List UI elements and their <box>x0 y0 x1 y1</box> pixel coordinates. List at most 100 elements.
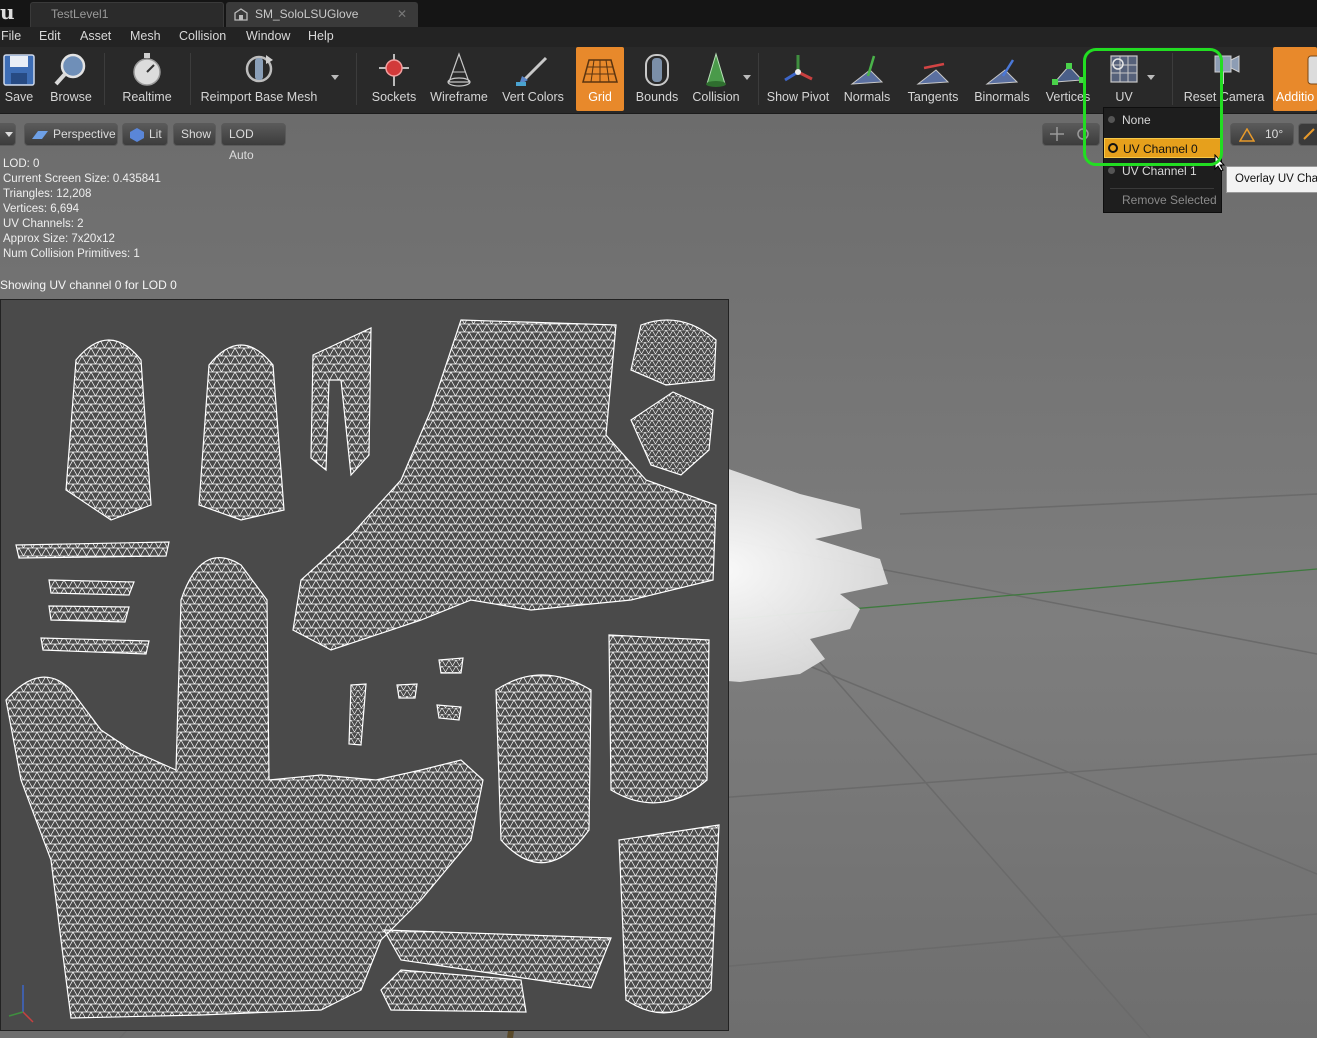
uv-highlight-annotation <box>1083 48 1223 166</box>
tangents-icon <box>916 62 950 85</box>
uv-island-band-3 <box>48 605 130 623</box>
lod-auto-button[interactable]: LOD Auto <box>221 123 286 162</box>
additional-options-icon <box>1307 55 1317 85</box>
tab-label: SM_SoloLSUGlove <box>255 7 359 21</box>
additional-options-button[interactable]: Additio <box>1273 47 1317 111</box>
uv-island-band-6 <box>380 969 527 1013</box>
uv-island-finger-1 <box>65 339 152 521</box>
lit-button[interactable]: Lit <box>122 123 168 146</box>
menu-divider <box>1110 188 1214 189</box>
stat-approx-size: Approx Size: 7x20x12 <box>3 233 115 245</box>
uv-island-thumb-strip <box>310 327 372 477</box>
stat-vertices: Vertices: 6,694 <box>3 203 80 215</box>
uv-menu-remove-selected[interactable]: Remove Selected <box>1104 190 1221 210</box>
menu-mesh[interactable]: Mesh <box>130 29 161 43</box>
scale-snap-button[interactable] <box>1298 123 1317 146</box>
wireframe-icon <box>447 52 471 87</box>
tab-static-mesh[interactable]: SM_SoloLSUGlove ✕ <box>226 2 418 27</box>
unreal-logo-icon: u <box>0 0 15 24</box>
paintbrush-icon <box>516 56 548 86</box>
uv-island-cap-2 <box>630 391 714 476</box>
tooltip: Overlay UV Channel 0 <box>1226 166 1317 193</box>
stat-triangles: Triangles: 12,208 <box>3 188 92 200</box>
mesh-stats: LOD: 0 Current Screen Size: 0.435841 Tri… <box>3 157 161 262</box>
uv-island-small-3 <box>438 657 464 674</box>
bounds-icon <box>645 54 669 86</box>
axis-gizmo-icon <box>8 985 34 1023</box>
angle-snap-button[interactable]: 10° <box>1230 123 1294 146</box>
title-bar: u TestLevel1 SM_SoloLSUGlove ✕ <box>0 0 1317 27</box>
lod-label: LOD Auto <box>229 127 254 162</box>
lit-label: Lit <box>149 127 162 141</box>
angle-snap-value: 10° <box>1265 127 1284 141</box>
uv-caption: Showing UV channel 0 for LOD 0 <box>0 278 177 292</box>
tangents-button[interactable]: Tangents <box>902 47 964 111</box>
viewport-options-button[interactable] <box>0 123 16 146</box>
sockets-button[interactable]: Sockets <box>368 47 420 111</box>
uv-island-finger-5 <box>618 824 720 1014</box>
stopwatch-icon <box>133 53 161 86</box>
menu-window[interactable]: Window <box>246 29 290 43</box>
vertices-icon <box>1052 63 1085 85</box>
realtime-button[interactable]: Realtime <box>118 47 176 111</box>
uv-island-finger-4 <box>608 634 710 804</box>
uv-island-band-2 <box>48 579 135 596</box>
perspective-icon <box>32 131 48 139</box>
wireframe-button[interactable]: Wireframe <box>428 47 490 111</box>
reimport-dropdown-icon[interactable] <box>331 75 339 80</box>
magnifier-icon <box>54 53 86 86</box>
uv-island-band-1 <box>15 541 170 559</box>
uv-wireframe <box>5 319 720 1023</box>
menu-help[interactable]: Help <box>308 29 334 43</box>
normals-button[interactable]: Normals <box>840 47 894 111</box>
browse-button[interactable]: Browse <box>46 47 96 111</box>
bounds-button[interactable]: Bounds <box>632 47 682 111</box>
menu-edit[interactable]: Edit <box>39 29 61 43</box>
vert-colors-button[interactable]: Vert Colors <box>498 47 568 111</box>
viewport[interactable]: Perspective Lit Show LOD Auto 10° LOD: 0… <box>0 114 1317 1038</box>
close-tab-icon[interactable]: ✕ <box>397 3 407 26</box>
menu-bar: File Edit Asset Mesh Collision Window He… <box>0 27 1317 47</box>
uv-island-small-4 <box>436 704 462 721</box>
stat-collision-primitives: Num Collision Primitives: 1 <box>3 248 140 260</box>
uv-island-small-2 <box>396 683 418 699</box>
show-button[interactable]: Show <box>173 123 216 146</box>
save-icon <box>3 54 35 86</box>
stat-screen-size: Current Screen Size: 0.435841 <box>3 173 161 185</box>
scale-icon <box>1303 128 1315 140</box>
collision-dropdown-icon[interactable] <box>743 75 751 80</box>
grid-button[interactable]: Grid <box>576 47 624 111</box>
chevron-down-icon <box>5 132 13 137</box>
menu-collision[interactable]: Collision <box>179 29 226 43</box>
stat-uv-channels: UV Channels: 2 <box>3 218 84 230</box>
perspective-button[interactable]: Perspective <box>24 123 118 146</box>
reimport-base-mesh-button[interactable]: Reimport Base Mesh <box>196 47 322 111</box>
collision-icon <box>706 52 726 87</box>
uv-island-finger-3 <box>495 674 592 864</box>
stat-lod: LOD: 0 <box>3 158 40 170</box>
tab-label: TestLevel1 <box>51 7 109 21</box>
binormals-icon <box>985 59 1019 85</box>
warning-triangle-icon <box>1239 128 1255 142</box>
collision-button[interactable]: Collision <box>690 47 742 111</box>
save-button[interactable]: Save <box>0 47 38 111</box>
menu-file[interactable]: File <box>1 29 21 43</box>
lit-sphere-icon <box>130 128 144 142</box>
perspective-label: Perspective <box>53 127 116 141</box>
radio-icon <box>1108 167 1115 174</box>
pivot-icon <box>784 55 813 82</box>
uv-island-cap-1 <box>630 319 717 386</box>
show-pivot-button[interactable]: Show Pivot <box>764 47 832 111</box>
tab-test-level[interactable]: TestLevel1 <box>30 2 224 27</box>
static-mesh-icon <box>234 8 248 21</box>
grid-icon <box>582 59 618 83</box>
uv-island-small-1 <box>348 683 367 746</box>
menu-asset[interactable]: Asset <box>80 29 111 43</box>
reimport-icon <box>245 55 273 83</box>
normals-icon <box>850 55 884 85</box>
show-label: Show <box>181 127 212 141</box>
uv-island-finger-2 <box>198 344 285 521</box>
uv-island-band-4 <box>40 637 150 655</box>
uv-layout-panel <box>0 299 729 1031</box>
binormals-button[interactable]: Binormals <box>970 47 1034 111</box>
